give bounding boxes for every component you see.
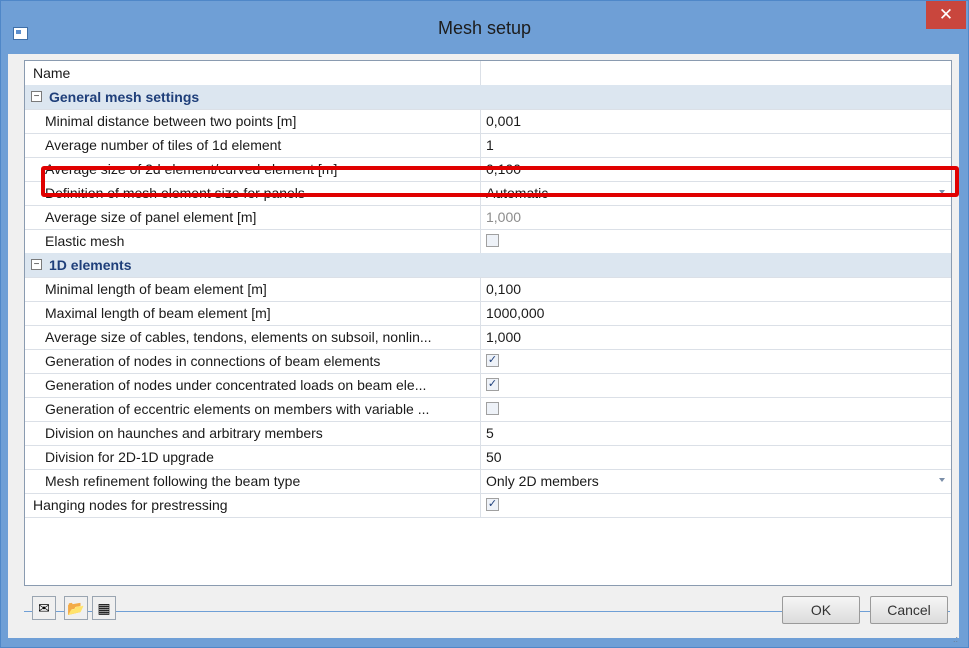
property-name: Division on haunches and arbitrary membe… bbox=[45, 425, 323, 441]
property-row[interactable]: Elastic mesh bbox=[25, 229, 951, 254]
name-column-header: Name bbox=[33, 65, 71, 81]
group-title: 1D elements bbox=[49, 257, 132, 273]
property-row[interactable]: Mesh refinement following the beam type … bbox=[25, 469, 951, 494]
property-value[interactable]: 1 bbox=[480, 133, 951, 157]
property-row[interactable]: Generation of nodes under concentrated l… bbox=[25, 373, 951, 398]
property-name: Average size of cables, tendons, element… bbox=[45, 329, 432, 345]
ok-button[interactable]: OK bbox=[782, 596, 860, 624]
property-name: Minimal distance between two points [m] bbox=[45, 113, 297, 129]
property-value: ✓ bbox=[480, 349, 951, 373]
bottom-toolbar: ✉ 📂 ▦ OK Cancel bbox=[24, 592, 950, 630]
collapse-icon[interactable]: − bbox=[31, 91, 42, 102]
close-button[interactable]: ✕ bbox=[926, 1, 966, 29]
property-row[interactable]: Maximal length of beam element [m] 1000,… bbox=[25, 301, 951, 326]
eccentric-elements-checkbox[interactable] bbox=[486, 402, 499, 416]
property-name: Mesh refinement following the beam type bbox=[45, 473, 301, 489]
nodes-under-loads-checkbox[interactable]: ✓ bbox=[486, 378, 499, 392]
property-row[interactable]: Division for 2D-1D upgrade 50 bbox=[25, 445, 951, 470]
hanging-nodes-checkbox[interactable]: ✓ bbox=[486, 498, 499, 512]
group-1d-elements[interactable]: − 1D elements bbox=[25, 253, 951, 278]
value-column-header bbox=[480, 61, 951, 85]
group-general-mesh-settings[interactable]: − General mesh settings bbox=[25, 85, 951, 110]
property-name: Hanging nodes for prestressing bbox=[33, 497, 228, 513]
property-value[interactable]: 5 bbox=[480, 421, 951, 445]
property-name: Generation of nodes in connections of be… bbox=[45, 353, 381, 369]
default-settings-icon[interactable]: ✉ bbox=[32, 596, 56, 620]
property-name: Average number of tiles of 1d element bbox=[45, 137, 282, 153]
property-value bbox=[480, 229, 951, 253]
property-row[interactable]: Average size of cables, tendons, element… bbox=[25, 325, 951, 350]
property-row[interactable]: Average number of tiles of 1d element 1 bbox=[25, 133, 951, 158]
property-name: Division for 2D-1D upgrade bbox=[45, 449, 214, 465]
property-name: Generation of nodes under concentrated l… bbox=[45, 377, 427, 393]
grid-header-row: Name bbox=[25, 61, 951, 86]
elastic-mesh-checkbox[interactable] bbox=[486, 234, 499, 248]
property-value: 1,000 bbox=[480, 205, 951, 229]
highlight-frame bbox=[41, 166, 959, 197]
property-name: Minimal length of beam element [m] bbox=[45, 281, 267, 297]
property-row[interactable]: Average size of panel element [m] 1,000 bbox=[25, 205, 951, 230]
property-row[interactable]: Division on haunches and arbitrary membe… bbox=[25, 421, 951, 446]
title-bar[interactable]: Mesh setup ✕ bbox=[1, 1, 968, 55]
collapse-icon[interactable]: − bbox=[31, 259, 42, 270]
property-value[interactable]: 0,100 bbox=[480, 277, 951, 301]
property-row[interactable]: Generation of eccentric elements on memb… bbox=[25, 397, 951, 422]
property-value[interactable]: 50 bbox=[480, 445, 951, 469]
property-row[interactable]: Generation of nodes in connections of be… bbox=[25, 349, 951, 374]
property-value bbox=[480, 397, 951, 421]
property-value: ✓ bbox=[480, 373, 951, 397]
property-value[interactable]: 1000,000 bbox=[480, 301, 951, 325]
property-row[interactable]: Minimal length of beam element [m] 0,100 bbox=[25, 277, 951, 302]
dropdown-value: Only 2D members bbox=[486, 473, 599, 489]
property-value[interactable]: 1,000 bbox=[480, 325, 951, 349]
save-icon[interactable]: ▦ bbox=[92, 596, 116, 620]
property-grid: Name − General mesh settings Minimal dis… bbox=[24, 60, 952, 586]
nodes-in-connections-checkbox[interactable]: ✓ bbox=[486, 354, 499, 368]
property-name: Average size of panel element [m] bbox=[45, 209, 257, 225]
property-name: Maximal length of beam element [m] bbox=[45, 305, 271, 321]
property-row[interactable]: Hanging nodes for prestressing ✓ bbox=[25, 493, 951, 518]
property-name: Generation of eccentric elements on memb… bbox=[45, 401, 430, 417]
chevron-down-icon[interactable] bbox=[939, 478, 945, 482]
resize-grip-icon[interactable]: .: bbox=[953, 634, 963, 644]
open-folder-icon[interactable]: 📂 bbox=[64, 596, 88, 620]
property-dropdown[interactable]: Only 2D members bbox=[480, 469, 951, 493]
property-name: Elastic mesh bbox=[45, 233, 125, 249]
cancel-button[interactable]: Cancel bbox=[870, 596, 948, 624]
group-title: General mesh settings bbox=[49, 89, 200, 105]
property-row[interactable]: Minimal distance between two points [m] … bbox=[25, 109, 951, 134]
property-value[interactable]: 0,001 bbox=[480, 109, 951, 133]
property-value: ✓ bbox=[480, 493, 951, 517]
dialog-title: Mesh setup bbox=[437, 18, 532, 38]
